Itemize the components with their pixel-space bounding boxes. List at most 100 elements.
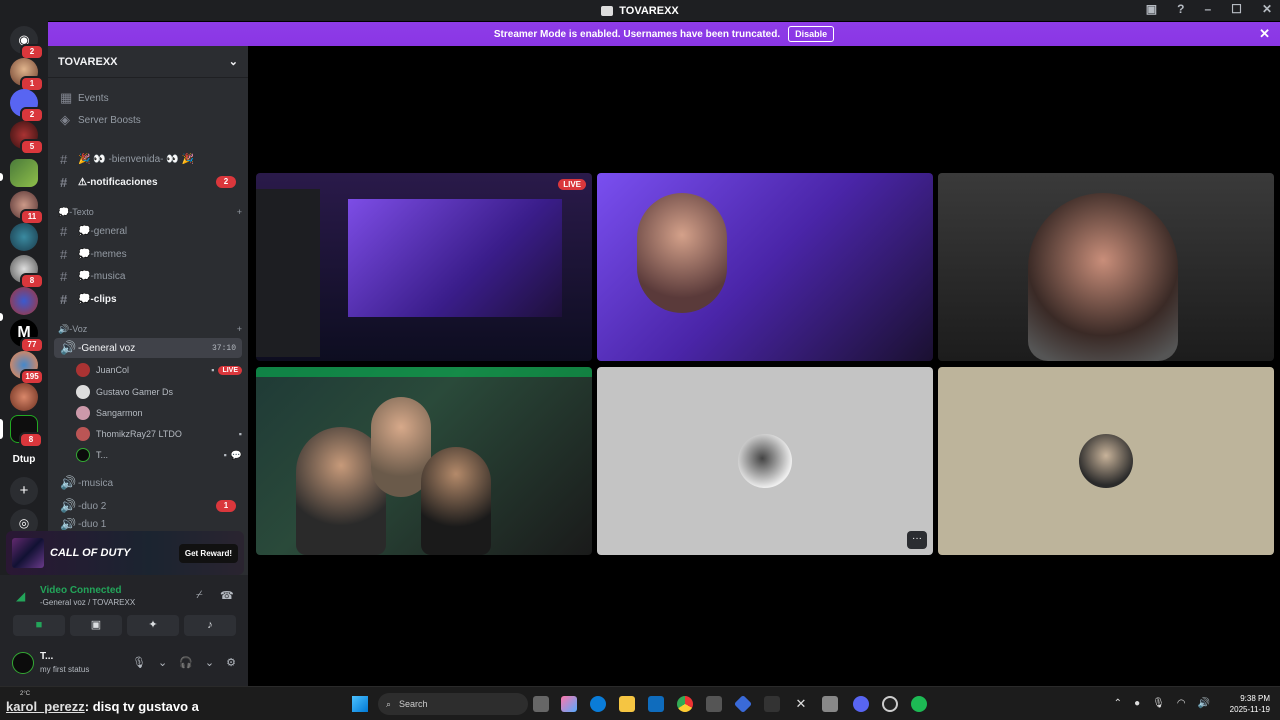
voice-user[interactable]: ThomikzRay27 LTDO ▪ xyxy=(76,425,242,443)
user-controls: 🎙 ⌄ 🎧 ⌄ ⚙ xyxy=(132,656,236,669)
activities-button[interactable]: ✦ xyxy=(127,615,179,636)
server-icon[interactable]: 1 xyxy=(10,58,44,92)
disable-button[interactable]: Disable xyxy=(788,26,835,42)
channel-bienvenida[interactable]: # 🎉 👀 -bienvenida- 👀 🎉 xyxy=(54,149,242,169)
voice-connection-panel: ◢ Video Connected -General voz / TOVAREX… xyxy=(0,575,248,643)
channel-memes[interactable]: # 💭-memes xyxy=(54,244,242,264)
server-icon[interactable]: 2 xyxy=(10,89,44,123)
server-header[interactable]: TOVAREXX ⌄ xyxy=(48,46,248,78)
voice-channel-duo1[interactable]: 🔊 -duo 1 xyxy=(54,518,242,530)
discord-home-icon[interactable]: ◉ 2 xyxy=(10,26,44,60)
chevron-down-icon[interactable]: ⌄ xyxy=(205,656,214,669)
edge-icon[interactable] xyxy=(590,696,606,712)
close-window-button[interactable]: ✕ xyxy=(1262,2,1272,16)
discord-taskbar-icon[interactable] xyxy=(853,696,869,712)
server-icon-tovarexx[interactable]: 8 xyxy=(10,415,43,448)
channel-clips[interactable]: # 💭-clips xyxy=(54,289,242,309)
user-avatar[interactable] xyxy=(12,652,34,674)
server-icon[interactable] xyxy=(10,287,38,315)
outlook-icon[interactable] xyxy=(648,696,664,712)
server-icon[interactable]: 11 xyxy=(10,191,44,225)
microphone-icon[interactable]: 🎙 xyxy=(1152,698,1165,709)
server-icon[interactable]: 5 xyxy=(10,121,44,155)
server-icon[interactable]: 8 xyxy=(10,255,44,289)
start-icon[interactable] xyxy=(352,696,368,712)
participant-avatar xyxy=(1079,434,1133,488)
server-icon[interactable]: 195 xyxy=(10,351,44,385)
category-texto[interactable]: 💭-Texto + xyxy=(58,207,242,218)
promo-card[interactable]: CALL OF DUTY Get Reward! xyxy=(6,531,244,575)
signal-icon[interactable]: ◢ xyxy=(16,589,25,603)
voice-user[interactable]: Sangarmon xyxy=(76,404,242,422)
avatar-tile[interactable] xyxy=(938,367,1274,555)
add-server-icon[interactable]: + xyxy=(10,477,38,505)
channel-notificaciones[interactable]: # ⚠-notificaciones 2 xyxy=(54,172,242,192)
tools-icon[interactable]: ✕ xyxy=(793,696,809,712)
server-icon[interactable]: M 77 xyxy=(10,319,44,353)
channel-general[interactable]: # 💭-general xyxy=(54,221,242,241)
more-options-button[interactable]: ··· xyxy=(907,531,927,549)
category-label: 🔊-Voz xyxy=(58,324,88,334)
avatar-tile[interactable]: ··· xyxy=(597,367,933,555)
stream-tile[interactable]: LIVE xyxy=(256,173,592,361)
headphones-icon[interactable]: 🎧 xyxy=(179,656,193,669)
user-name[interactable]: T... xyxy=(40,651,53,662)
get-reward-button[interactable]: Get Reward! xyxy=(178,543,238,563)
noise-suppression-icon[interactable]: ⌿ xyxy=(196,589,203,602)
file-explorer-icon[interactable] xyxy=(619,696,635,712)
user-panel: T... my first status 🎙 ⌄ 🎧 ⌄ ⚙ xyxy=(0,643,248,686)
chrome-icon[interactable] xyxy=(677,696,693,712)
folder-label[interactable]: Dtup xyxy=(0,454,48,465)
voice-location[interactable]: -General voz / TOVAREXX xyxy=(40,598,135,607)
username: ThomikzRay27 LTDO xyxy=(96,429,182,439)
store-icon[interactable] xyxy=(706,696,722,712)
camera-tile[interactable] xyxy=(938,173,1274,361)
server-icon[interactable] xyxy=(10,159,38,187)
camera-button[interactable]: ■ xyxy=(13,615,65,636)
screen-share-button[interactable]: ▣ xyxy=(70,615,122,636)
chevron-down-icon[interactable]: ⌄ xyxy=(158,656,167,669)
chevron-up-icon[interactable]: ⌃ xyxy=(1114,698,1122,709)
disconnect-icon[interactable]: ☎ xyxy=(220,589,234,602)
spotify-icon[interactable] xyxy=(911,696,927,712)
add-channel-icon[interactable]: + xyxy=(237,207,242,218)
channel-musica[interactable]: # 💭-musica xyxy=(54,266,242,286)
events-link[interactable]: ▦ Events xyxy=(54,88,242,108)
voice-channel-duo2[interactable]: 🔊 -duo 2 1 xyxy=(54,496,242,516)
minimize-button[interactable]: – xyxy=(1204,2,1211,16)
voice-channel-musica[interactable]: 🔊 -musica xyxy=(54,473,242,493)
events-label: Events xyxy=(78,92,109,104)
microphone-icon[interactable]: 🎙 xyxy=(132,656,146,669)
app-icon[interactable] xyxy=(822,696,838,712)
soundboard-button[interactable]: ♪ xyxy=(184,615,236,636)
gear-icon[interactable]: ⚙ xyxy=(226,656,236,669)
maximize-button[interactable]: ☐ xyxy=(1231,2,1242,16)
camera-tile[interactable] xyxy=(597,173,933,361)
category-voz[interactable]: 🔊-Voz + xyxy=(58,324,242,335)
app-icon[interactable] xyxy=(733,694,753,714)
voice-channel-general[interactable]: 🔊 -General voz 37:10 xyxy=(54,338,242,358)
app-tray-icon[interactable]: ● xyxy=(1134,698,1140,709)
close-icon[interactable]: ✕ xyxy=(1259,26,1270,42)
clock[interactable]: 9:38 PM 2025-11-19 xyxy=(1230,693,1270,715)
wifi-icon[interactable]: ◠ xyxy=(1177,698,1186,709)
voice-user[interactable]: JuanCol ▪ LIVE xyxy=(76,361,242,379)
camera-tile[interactable] xyxy=(256,367,592,555)
task-view-icon[interactable] xyxy=(533,696,549,712)
weather-temp[interactable]: 2°C xyxy=(20,691,30,697)
obs-icon[interactable] xyxy=(882,696,898,712)
voice-user[interactable]: Gustavo Gamer Ds xyxy=(76,383,242,401)
app-icon[interactable] xyxy=(764,696,780,712)
help-icon[interactable]: ? xyxy=(1177,2,1184,16)
chat-username: karol_perezz xyxy=(6,699,85,714)
voice-user[interactable]: T... ▪ 💬 xyxy=(76,446,242,464)
server-boosts-link[interactable]: ◈ Server Boosts xyxy=(54,110,242,130)
server-icon[interactable] xyxy=(10,223,38,251)
add-channel-icon[interactable]: + xyxy=(237,324,242,335)
volume-icon[interactable]: 🔊 xyxy=(1198,698,1210,709)
server-icon[interactable] xyxy=(10,383,38,411)
inbox-icon[interactable]: ▣ xyxy=(1146,2,1157,16)
search-box[interactable]: ⌕ Search xyxy=(378,693,528,715)
copilot-icon[interactable] xyxy=(561,696,577,712)
voice-timer: 37:10 xyxy=(211,343,236,353)
